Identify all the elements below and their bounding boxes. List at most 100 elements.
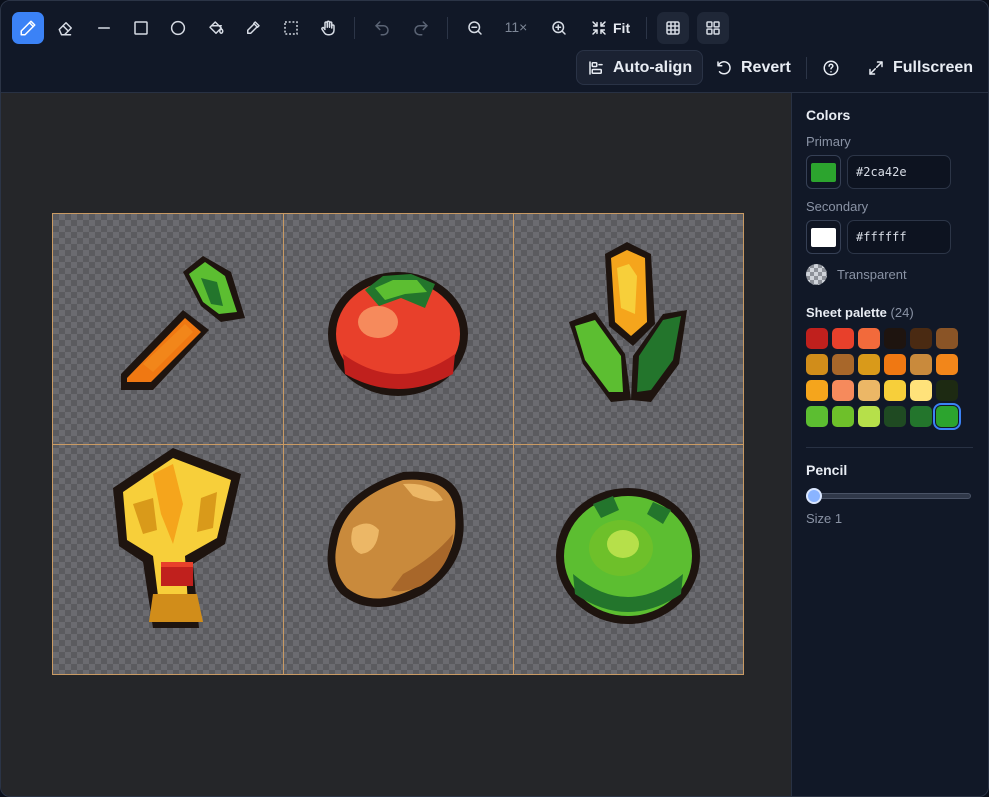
palette-swatch[interactable] <box>884 380 906 401</box>
toolbar-separator <box>354 17 355 39</box>
palette-swatch[interactable] <box>884 406 906 427</box>
sheet-palette-title: Sheet palette <box>806 305 887 320</box>
eyedropper-icon <box>247 21 260 34</box>
sprite-potato <box>327 471 464 607</box>
palette-swatch[interactable] <box>858 328 880 349</box>
sprite-tomato <box>328 272 468 396</box>
pencil-icon <box>20 20 36 36</box>
help-button[interactable] <box>813 50 849 85</box>
transparent-option[interactable]: Transparent <box>806 264 907 285</box>
palette-swatch[interactable] <box>884 354 906 375</box>
palette-swatch[interactable] <box>936 328 958 349</box>
canvas-area[interactable] <box>1 93 791 796</box>
paint-bucket-icon <box>209 21 224 34</box>
tile-view-button[interactable] <box>697 12 729 44</box>
primary-color-swatch[interactable] <box>806 155 841 189</box>
rectangle-icon <box>134 21 148 35</box>
palette-swatch[interactable] <box>910 328 932 349</box>
palette-swatch[interactable] <box>858 354 880 375</box>
zoom-out-button[interactable] <box>459 12 491 44</box>
properties-panel: Colors Primary #2ca42e Secondary #ffffff… <box>791 93 988 796</box>
eyedropper-tool-button[interactable] <box>237 12 269 44</box>
hand-icon <box>321 20 335 36</box>
transparent-swatch-icon <box>806 264 827 285</box>
sprite-sheet[interactable] <box>52 213 744 675</box>
pencil-tool-button[interactable] <box>12 12 44 44</box>
palette-swatch[interactable] <box>910 406 932 427</box>
palette-swatch[interactable] <box>910 380 932 401</box>
sprite-wheat <box>113 448 241 628</box>
redo-button[interactable] <box>405 12 437 44</box>
line-tool-button[interactable] <box>88 12 120 44</box>
fill-tool-button[interactable] <box>200 12 232 44</box>
palette-swatch[interactable] <box>832 328 854 349</box>
palette-swatch[interactable] <box>936 380 958 401</box>
sheet-palette-count: (24) <box>890 305 914 320</box>
tool-title: Pencil <box>806 462 848 478</box>
grid-toggle-button[interactable] <box>657 12 689 44</box>
fit-button[interactable]: Fit <box>585 12 636 44</box>
eraser-icon <box>58 22 72 36</box>
toolbar-separator <box>447 17 448 39</box>
sprite-cabbage <box>556 488 700 624</box>
toolbar-separator <box>806 57 807 79</box>
colors-heading: Colors <box>806 107 851 123</box>
fullscreen-label: Fullscreen <box>893 58 974 76</box>
auto-align-button[interactable]: Auto-align <box>576 50 704 85</box>
sprite-carrot <box>121 256 245 390</box>
palette-swatch[interactable] <box>858 406 880 427</box>
toolbar-separator <box>646 17 647 39</box>
sheet-palette <box>806 328 966 430</box>
toolbar: 11× Fit Auto-align Revert Fullscreen <box>1 1 988 93</box>
palette-swatch[interactable] <box>806 328 828 349</box>
zoom-in-button[interactable] <box>543 12 575 44</box>
palette-swatch[interactable] <box>858 380 880 401</box>
palette-swatch[interactable] <box>832 354 854 375</box>
circle-icon <box>170 20 186 36</box>
palette-swatch[interactable] <box>933 403 961 430</box>
primary-color-chip <box>811 162 836 182</box>
grid-icon <box>666 21 680 35</box>
palette-swatch[interactable] <box>910 354 932 375</box>
shrink-icon <box>592 21 606 35</box>
secondary-hex-input[interactable]: #ffffff <box>847 220 951 254</box>
secondary-label: Secondary <box>806 199 869 214</box>
undo-button[interactable] <box>366 12 398 44</box>
revert-button[interactable]: Revert <box>705 50 801 85</box>
palette-swatch[interactable] <box>806 354 828 375</box>
redo-icon <box>414 21 428 36</box>
fullscreen-button[interactable]: Fullscreen <box>857 50 983 85</box>
tiles-icon <box>706 21 720 35</box>
expand-icon <box>869 60 883 75</box>
help-icon <box>823 60 839 75</box>
marquee-select-icon <box>284 21 298 35</box>
revert-label: Revert <box>741 58 791 76</box>
zoom-in-icon <box>552 21 566 35</box>
line-icon <box>98 27 110 29</box>
align-icon <box>589 60 603 75</box>
palette-swatch[interactable] <box>806 406 828 427</box>
palette-swatch[interactable] <box>884 328 906 349</box>
palette-swatch[interactable] <box>936 354 958 375</box>
size-label: Size 1 <box>806 511 843 526</box>
brush-size-slider[interactable] <box>806 488 971 504</box>
sheet-palette-heading: Sheet palette (24) <box>806 305 914 320</box>
primary-hex-input[interactable]: #2ca42e <box>847 155 951 189</box>
palette-swatch[interactable] <box>832 380 854 401</box>
rectangle-tool-button[interactable] <box>125 12 157 44</box>
revert-icon <box>717 60 731 74</box>
transparent-label: Transparent <box>837 267 907 282</box>
pan-tool-button[interactable] <box>312 12 344 44</box>
slider-handle[interactable] <box>806 488 822 504</box>
secondary-color-swatch[interactable] <box>806 220 841 254</box>
zoom-out-icon <box>468 21 482 35</box>
undo-icon <box>375 21 389 36</box>
palette-swatch[interactable] <box>806 380 828 401</box>
secondary-color-chip <box>811 227 836 247</box>
select-tool-button[interactable] <box>275 12 307 44</box>
ellipse-tool-button[interactable] <box>162 12 194 44</box>
eraser-tool-button[interactable] <box>50 12 82 44</box>
pixel-editor-window: 11× Fit Auto-align Revert Fullscreen Col… <box>0 0 989 797</box>
palette-swatch[interactable] <box>832 406 854 427</box>
fit-label: Fit <box>613 20 631 36</box>
